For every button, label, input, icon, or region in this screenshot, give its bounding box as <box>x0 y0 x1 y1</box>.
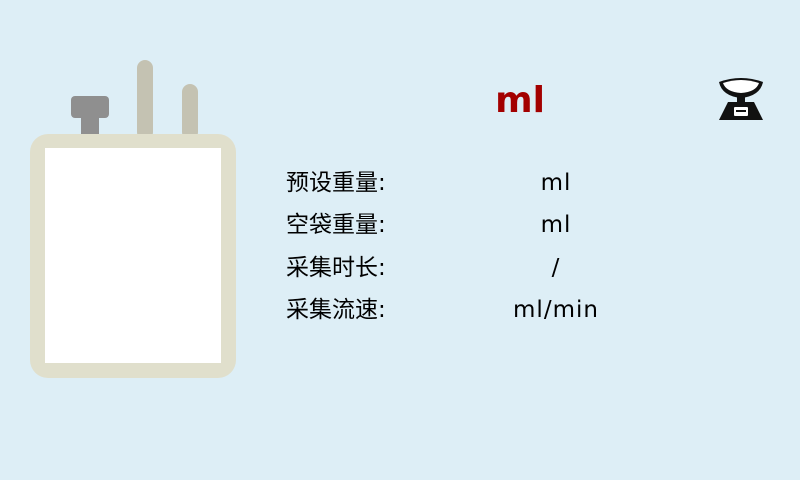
bag-window <box>45 148 221 363</box>
weight-display: ml <box>420 76 620 126</box>
scale-stem <box>737 97 745 102</box>
collection-flow-rate-value: ml/min <box>513 297 599 323</box>
bag-port-cap <box>71 96 109 118</box>
empty-bag-weight-label: 空袋重量: <box>286 212 386 238</box>
collection-duration-label: 采集时长: <box>286 255 386 281</box>
scale-display-digits <box>736 110 746 112</box>
info-row-collection-flow-rate: 采集流速: ml/min <box>286 293 646 327</box>
bag-port-neck <box>81 116 99 136</box>
collection-flow-rate-label: 采集流速: <box>286 297 386 323</box>
preset-weight-value: ml <box>540 170 572 196</box>
empty-bag-weight-value: ml <box>540 212 572 238</box>
collection-screen: ml 预设重量: ml 空袋重量: ml 采集时长: / 采集流速: ml/mi… <box>0 0 800 480</box>
weighing-scale-icon <box>719 78 763 120</box>
blood-bag-icon <box>30 60 236 378</box>
collection-duration-value: / <box>551 255 561 281</box>
bag-tube-tall <box>137 60 153 140</box>
info-row-empty-bag-weight: 空袋重量: ml <box>286 208 646 242</box>
weight-unit: ml <box>495 80 545 121</box>
info-row-collection-duration: 采集时长: / <box>286 251 646 285</box>
bag-tube-short <box>182 84 198 140</box>
info-row-preset-weight: 预设重量: ml <box>286 166 646 200</box>
preset-weight-label: 预设重量: <box>286 170 386 196</box>
